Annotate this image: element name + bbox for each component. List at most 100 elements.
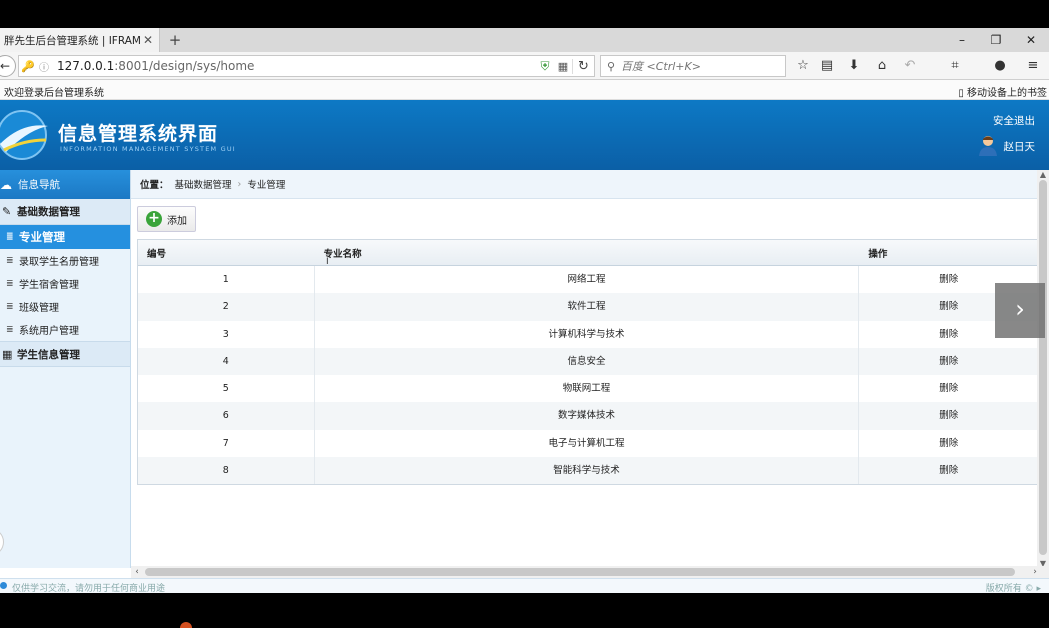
crop-icon[interactable]: ⌗ — [946, 57, 964, 75]
breadcrumb-item[interactable]: 专业管理 — [247, 177, 285, 191]
logout-link[interactable]: 安全退出 — [993, 113, 1035, 128]
status-dot-icon — [0, 582, 7, 589]
close-tab-icon[interactable]: ✕ — [141, 33, 155, 47]
add-label: 添加 — [167, 215, 187, 227]
sidebar-item-label: 专业管理 — [19, 230, 65, 244]
copyright-text: 版权所有 © ▸ — [985, 584, 1041, 593]
search-bar[interactable]: ⚲ — [600, 55, 786, 77]
delete-link[interactable]: 删除 — [859, 402, 1038, 429]
app-subtitle: INFORMATION MANAGEMENT SYSTEM GUI — [60, 145, 236, 153]
scroll-left-icon[interactable]: ‹ — [131, 566, 143, 578]
breadcrumb-label: 位置： — [140, 180, 169, 191]
scroll-thumb[interactable] — [145, 568, 1015, 576]
cell-id: 2 — [138, 293, 315, 321]
restore-button[interactable]: ❐ — [979, 28, 1013, 52]
sidebar-item-dormitory[interactable]: ≣ 学生宿舍管理 — [0, 272, 130, 295]
group-label: 学生信息管理 — [17, 348, 80, 361]
search-input[interactable] — [621, 59, 771, 73]
tab-title: 胖先生后台管理系统 | IFRAM... — [4, 34, 141, 47]
reload-icon[interactable]: ↻ — [572, 58, 594, 74]
breadcrumb-item[interactable]: 基础数据管理 — [175, 177, 232, 191]
user-name: 赵日天 — [1003, 141, 1036, 153]
undo-icon[interactable]: ↶ — [901, 57, 919, 75]
cell-id: 1 — [138, 266, 315, 294]
plus-icon: + — [146, 211, 162, 227]
cell-name: 软件工程 — [315, 293, 860, 321]
bookmark-star-icon[interactable]: ☆ — [794, 57, 812, 75]
column-header-action[interactable]: 操作 — [859, 246, 1038, 260]
table-row[interactable]: 3 计算机科学与技术 删除 — [138, 320, 1038, 348]
list-icon: ≣ — [6, 324, 14, 335]
sidebar-item-class[interactable]: ≣ 班级管理 — [0, 295, 130, 318]
sidebar-group-student-info[interactable]: ▦ 学生信息管理 — [0, 341, 130, 367]
table-row[interactable]: 6 数字媒体技术 删除 — [138, 402, 1038, 430]
cell-name: 计算机科学与技术 — [315, 320, 860, 348]
scroll-up-icon[interactable]: ▲ — [1037, 170, 1049, 179]
main-content: 位置： 基础数据管理 › 专业管理 + 添加 编号 专业名称 操作 1 网络工程… — [131, 170, 1049, 568]
user-avatar-icon — [979, 136, 997, 156]
cell-name: 物联网工程 — [315, 375, 860, 403]
browser-window: 胖先生后台管理系统 | IFRAM... ✕ + – ❐ ✕ ← 🔑 ⓘ 127… — [0, 28, 1049, 593]
status-bar: 仅供学习交流，请勿用于任何商业用途 版权所有 © ▸ — [0, 578, 1049, 593]
close-window-button[interactable]: ✕ — [1014, 28, 1048, 52]
search-icon: ⚲ — [606, 59, 616, 73]
app-header: 信息管理系统界面 INFORMATION MANAGEMENT SYSTEM G… — [0, 100, 1049, 170]
table-row[interactable]: 8 智能科学与技术 删除 — [138, 457, 1038, 485]
table-row[interactable]: 4 信息安全 删除 — [138, 347, 1038, 376]
scroll-right-icon[interactable]: › — [1029, 566, 1041, 578]
add-button[interactable]: + 添加 — [137, 206, 196, 232]
scroll-thumb[interactable] — [1039, 180, 1047, 555]
delete-link[interactable]: 删除 — [859, 457, 1038, 484]
bookmark-welcome[interactable]: 欢迎登录后台管理系统 — [4, 84, 104, 99]
column-header-name[interactable]: 专业名称 — [315, 246, 860, 260]
delete-link[interactable]: 删除 — [859, 348, 1038, 375]
table-row[interactable]: 5 物联网工程 删除 — [138, 375, 1038, 403]
sidebar-item-label: 班级管理 — [19, 303, 59, 314]
app-title: 信息管理系统界面 — [58, 123, 219, 145]
minimize-button[interactable]: – — [945, 28, 979, 52]
horizontal-scrollbar[interactable]: ‹ › — [131, 566, 1049, 578]
menu-icon[interactable]: ≡ — [1024, 57, 1042, 75]
cell-name: 数字媒体技术 — [315, 402, 860, 430]
table-row[interactable]: 2 软件工程 删除 — [138, 293, 1038, 321]
shield-icon[interactable]: ⛨ — [536, 59, 554, 74]
taskbar-dot-icon — [180, 622, 192, 628]
download-icon[interactable]: ⬇ — [845, 57, 863, 75]
breadcrumb-separator: › — [237, 178, 242, 190]
column-header-id[interactable]: 编号 — [138, 246, 315, 260]
next-slide-button[interactable]: › — [995, 283, 1045, 338]
back-button[interactable]: ← — [0, 55, 16, 77]
text-cursor-icon: I — [326, 257, 329, 267]
majors-table: 编号 专业名称 操作 1 网络工程 删除 2 软件工程 删除 3 计算机科学与技… — [137, 239, 1039, 486]
cell-name: 网络工程 — [315, 266, 860, 294]
cell-name: 电子与计算机工程 — [315, 429, 860, 458]
delete-link[interactable]: 删除 — [859, 375, 1038, 402]
sidebar: ☁ 信息导航 ✎ 基础数据管理 ≣ 专业管理 ≣ 录取学生名册管理 ≣ 学生宿舍… — [0, 170, 131, 568]
cloud-icon: ☁ — [0, 177, 12, 192]
vertical-scrollbar[interactable]: ▲ ▼ — [1037, 170, 1049, 568]
home-icon[interactable]: ⌂ — [873, 57, 891, 75]
sidebar-item-enrollment[interactable]: ≣ 录取学生名册管理 — [0, 249, 130, 272]
reading-list-icon[interactable]: ▤ — [818, 57, 836, 75]
browser-tab[interactable]: 胖先生后台管理系统 | IFRAM... ✕ — [0, 28, 160, 52]
key-icon: 🔑 — [21, 59, 35, 73]
logo-icon — [0, 110, 48, 160]
chat-icon[interactable]: ● — [991, 57, 1009, 75]
mobile-bookmarks[interactable]: ▯ 移动设备上的书签 — [958, 84, 1047, 99]
new-tab-button[interactable]: + — [166, 30, 184, 50]
sidebar-item-system-users[interactable]: ≣ 系统用户管理 — [0, 318, 130, 341]
table-row[interactable]: 7 电子与计算机工程 删除 — [138, 429, 1038, 458]
breadcrumb: 位置： 基础数据管理 › 专业管理 — [131, 170, 1049, 199]
toolbar: + 添加 — [131, 199, 1049, 239]
table-row[interactable]: 1 网络工程 删除 — [138, 266, 1038, 294]
sidebar-group-basic-data[interactable]: ✎ 基础数据管理 — [0, 199, 130, 225]
cell-id: 3 — [138, 320, 315, 348]
qr-code-icon[interactable]: ▦ — [554, 60, 572, 73]
sidebar-item-major[interactable]: ≣ 专业管理 — [0, 225, 130, 249]
delete-link[interactable]: 删除 — [859, 430, 1038, 457]
cell-name: 信息安全 — [315, 347, 860, 376]
address-bar[interactable]: 🔑 ⓘ 127.0.0.1:8001/design/sys/home ⛨ ▦ ↻ — [18, 55, 595, 77]
url-text[interactable]: 127.0.0.1:8001/design/sys/home — [51, 59, 536, 73]
status-left-text: 仅供学习交流，请勿用于任何商业用途 — [12, 584, 166, 593]
info-icon[interactable]: ⓘ — [37, 59, 51, 74]
